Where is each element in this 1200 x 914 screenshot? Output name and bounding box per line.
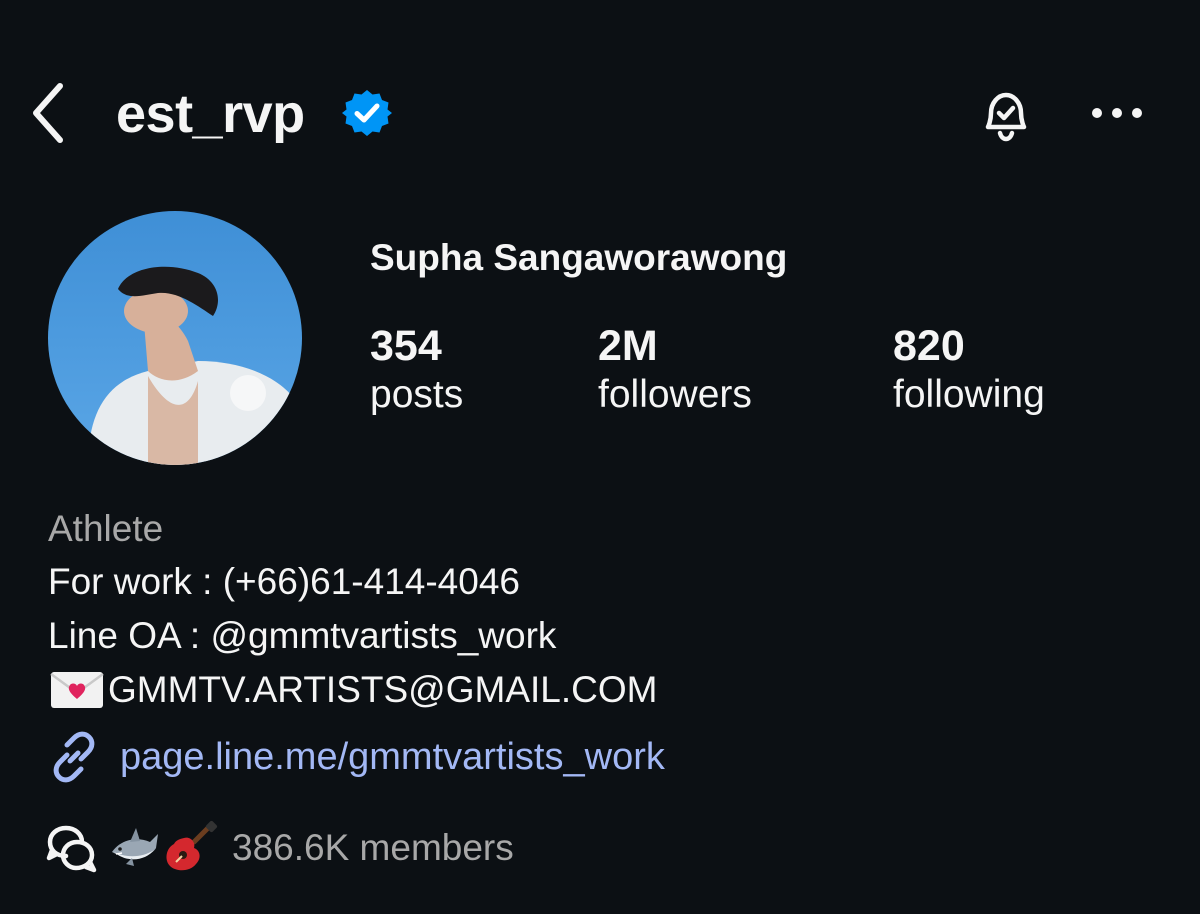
following-label: following [893, 373, 1045, 416]
profile-avatar[interactable] [48, 211, 302, 465]
shark-emoji [112, 828, 158, 866]
followers-count: 2M [598, 322, 658, 370]
notifications-button[interactable] [970, 80, 1042, 150]
back-button[interactable] [18, 78, 78, 148]
followers-label: followers [598, 373, 752, 416]
bio-work-phone: For work : (+66)61-414-4046 [48, 561, 520, 602]
bio-line-oa: Line OA : @gmmtvartists_work [48, 615, 557, 656]
chevron-left-icon [33, 83, 63, 143]
posts-stat[interactable]: 354 posts [370, 322, 463, 420]
following-count: 820 [893, 322, 965, 370]
bio-email: GMMTV.ARTISTS@GMAIL.COM [108, 669, 658, 710]
followers-stat[interactable]: 2M followers [598, 322, 752, 420]
channel-members-count: 386.6K members [232, 827, 514, 868]
posts-label: posts [370, 373, 464, 416]
link-icon [53, 731, 95, 783]
bio-link[interactable]: page.line.me/gmmtvartists_work [48, 731, 665, 783]
love-letter-emoji [50, 672, 104, 708]
following-stat[interactable]: 820 following [893, 322, 1045, 420]
verified-badge-icon [342, 90, 392, 136]
broadcast-channel[interactable]: 386.6K members [46, 820, 514, 876]
more-horizontal-icon [1092, 108, 1142, 118]
profile-username: est_rvp [116, 84, 305, 144]
profile-photo [48, 211, 302, 465]
guitar-emoji [166, 820, 218, 871]
profile-full-name: Supha Sangaworawong [370, 237, 788, 278]
bio-link-text[interactable]: page.line.me/gmmtvartists_work [120, 731, 665, 783]
bell-check-icon [985, 92, 1027, 142]
broadcast-channel-icon [46, 825, 97, 873]
posts-count: 354 [370, 322, 442, 370]
more-options-button[interactable] [1084, 88, 1150, 138]
bio-email-line: GMMTV.ARTISTS@GMAIL.COM [48, 667, 657, 713]
profile-category: Athlete [48, 508, 164, 549]
